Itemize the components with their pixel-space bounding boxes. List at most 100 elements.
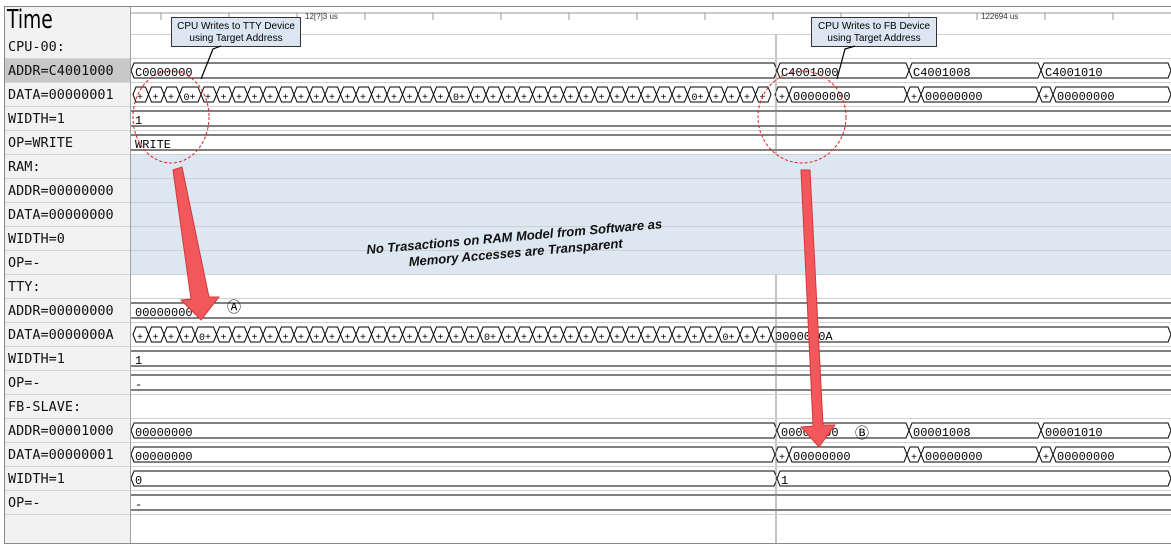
row-divider bbox=[131, 178, 1171, 179]
cpu-data-seg-label: + bbox=[205, 93, 211, 104]
signal-name-tty-data[interactable]: DATA=0000000A bbox=[5, 323, 130, 347]
tty-data-seg-label: + bbox=[236, 333, 242, 344]
cpu-data-seg-c-label: 00000000 bbox=[1057, 90, 1115, 104]
tty-data-seg-label: + bbox=[153, 333, 159, 344]
signal-name-fb[interactable]: FB-SLAVE: bbox=[5, 395, 130, 419]
tty-data-seg-label: + bbox=[692, 333, 698, 344]
signal-name-ram-addr[interactable]: ADDR=00000000 bbox=[5, 179, 130, 203]
row-divider bbox=[131, 250, 1171, 251]
tty-data-seg-label: + bbox=[252, 333, 258, 344]
time-column-header: Time bbox=[7, 6, 53, 35]
cpu-data-seg-label: + bbox=[506, 93, 512, 104]
tty-data-seg-label: + bbox=[568, 333, 574, 344]
cpu-data-seg-label: + bbox=[252, 93, 258, 104]
signal-name-ram-width[interactable]: WIDTH=0 bbox=[5, 227, 130, 251]
cpu-data-seg-label: + bbox=[168, 93, 174, 104]
tty-data-seg-label: + bbox=[630, 333, 636, 344]
row-divider bbox=[131, 202, 1171, 203]
tty-data-seg-label: + bbox=[760, 333, 766, 344]
tty-data-seg-label: + bbox=[583, 333, 589, 344]
cpu-data-seg-label: + bbox=[713, 93, 719, 104]
signal-name-cpu-addr[interactable]: ADDR=C4001000 bbox=[5, 59, 130, 83]
waveform-area[interactable]: C0000000 C4001000 C4001008 C4001010 + + +0+ + + +… bbox=[130, 7, 1171, 543]
signal-name-ram-op[interactable]: OP=- bbox=[5, 251, 130, 275]
row-divider bbox=[131, 298, 1171, 299]
row-divider bbox=[131, 130, 1171, 131]
fb-addr-seg-3-label: 00001010 bbox=[1045, 426, 1103, 440]
fb-op-wave-label: - bbox=[135, 498, 142, 512]
tty-data-tail-label: 0000000A bbox=[775, 330, 833, 344]
tty-data-seg-label: + bbox=[552, 333, 558, 344]
signal-name-fb-addr[interactable]: ADDR=00001000 bbox=[5, 419, 130, 443]
tty-data-seg-label: + bbox=[599, 333, 605, 344]
signal-name-panel: Time CPU-00: ADDR=C4001000 DATA=00000001 WI… bbox=[5, 7, 131, 543]
cpu-addr-seg-0-label: C0000000 bbox=[135, 66, 193, 80]
signal-name-cpu-op[interactable]: OP=WRITE bbox=[5, 131, 130, 155]
marker-a: Ⓐ bbox=[227, 300, 241, 316]
signal-name-tty-addr[interactable]: ADDR=00000000 bbox=[5, 299, 130, 323]
cpu-addr-seg-0 bbox=[130, 62, 778, 79]
cpu-data-seg-label: + bbox=[630, 93, 636, 104]
waveform-svg: C0000000 C4001000 C4001008 C4001010+ + +0+ + + +… bbox=[130, 35, 1171, 543]
cpu-data-seg-label: + bbox=[345, 93, 351, 104]
fb-addr-seg-1-label: 00001000 bbox=[781, 426, 839, 440]
fb-width-seg-1 bbox=[776, 470, 1171, 487]
fb-data-seg-0-label: 00000000 bbox=[135, 450, 193, 464]
row-divider bbox=[131, 442, 1171, 443]
cpu-data-seg-label: + bbox=[422, 93, 428, 104]
tty-data-seg-label: + bbox=[283, 333, 289, 344]
signal-name-fb-width[interactable]: WIDTH=1 bbox=[5, 467, 130, 491]
cpu-data-seg-label: + bbox=[779, 93, 785, 104]
fb-data-seg-label: + bbox=[779, 453, 785, 464]
signal-name-cpu[interactable]: CPU-00: bbox=[5, 35, 130, 59]
cpu-data-seg-label: + bbox=[407, 93, 413, 104]
fb-data-seg-3-label: 00000000 bbox=[1057, 450, 1115, 464]
fb-data-seg-label: + bbox=[911, 453, 917, 464]
cpu-data-seg-label: + bbox=[438, 93, 444, 104]
cpu-width-wave-label: 1 bbox=[135, 114, 142, 128]
cpu-data-seg-label: 0+ bbox=[692, 93, 704, 104]
cpu-data-seg-label: + bbox=[583, 93, 589, 104]
tty-data-seg-label: + bbox=[521, 333, 527, 344]
row-divider bbox=[131, 490, 1171, 491]
fb-write-callout: CPU Writes to FB Device using Target Add… bbox=[811, 17, 937, 47]
signal-name-ram[interactable]: RAM: bbox=[5, 155, 130, 179]
cpu-data-seg-label: + bbox=[221, 93, 227, 104]
signal-name-fb-data[interactable]: DATA=00000001 bbox=[5, 443, 130, 467]
fb-data-seg-0 bbox=[130, 446, 776, 463]
cpu-data-seg-label: + bbox=[267, 93, 273, 104]
tty-data-seg-label: + bbox=[645, 333, 651, 344]
cpu-data-seg-label: 0+ bbox=[453, 93, 465, 104]
signal-name-tty-op[interactable]: OP=- bbox=[5, 371, 130, 395]
tty-addr-wave-label: 00000000 bbox=[135, 306, 193, 320]
signal-name-tty-width[interactable]: WIDTH=1 bbox=[5, 347, 130, 371]
row-divider bbox=[131, 58, 1171, 59]
cpu-data-seg-label: + bbox=[614, 93, 620, 104]
cpu-data-seg-label: + bbox=[645, 93, 651, 104]
tty-data-seg-label: + bbox=[137, 333, 143, 344]
tty-op-wave-label: - bbox=[135, 378, 142, 392]
fb-data-seg-2-label: 00000000 bbox=[925, 450, 983, 464]
cpu-data-seg-label: + bbox=[760, 93, 766, 104]
cpu-data-seg-label: + bbox=[153, 93, 159, 104]
cpu-data-seg-label: + bbox=[744, 93, 750, 104]
cpu-data-seg-label: + bbox=[360, 93, 366, 104]
row-divider bbox=[131, 82, 1171, 83]
tty-width-wave-label: 1 bbox=[135, 354, 142, 368]
cpu-data-seg-label: + bbox=[298, 93, 304, 104]
fb-width-seg-0 bbox=[130, 470, 778, 487]
tty-data-seg-label: + bbox=[267, 333, 273, 344]
signal-name-cpu-data[interactable]: DATA=00000001 bbox=[5, 83, 130, 107]
row-divider bbox=[131, 514, 1171, 515]
row-divider bbox=[131, 466, 1171, 467]
cpu-data-seg-label: + bbox=[391, 93, 397, 104]
cpu-addr-seg-2-label: C4001008 bbox=[913, 66, 971, 80]
tty-data-seg-label: + bbox=[506, 333, 512, 344]
signal-name-fb-op[interactable]: OP=- bbox=[5, 491, 130, 515]
row-divider bbox=[131, 394, 1171, 395]
signal-name-ram-data[interactable]: DATA=00000000 bbox=[5, 203, 130, 227]
tty-data-seg-label: + bbox=[614, 333, 620, 344]
signal-name-cpu-width[interactable]: WIDTH=1 bbox=[5, 107, 130, 131]
signal-name-tty[interactable]: TTY: bbox=[5, 275, 130, 299]
tty-data-seg-label: + bbox=[314, 333, 320, 344]
